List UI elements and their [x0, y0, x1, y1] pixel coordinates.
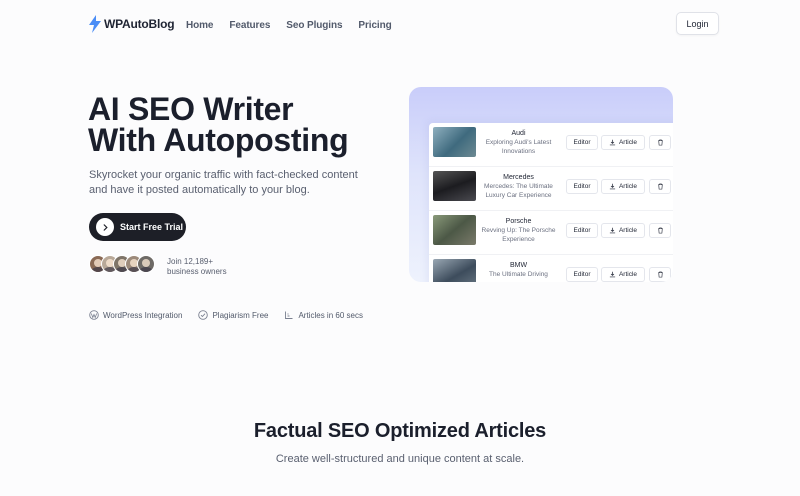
article-download-button[interactable]: Article	[601, 135, 645, 150]
trash-icon	[657, 139, 663, 146]
article-brand: Mercedes	[503, 174, 534, 181]
article-label: Article	[618, 183, 638, 190]
article-row: Mercedes Mercedes: The Ultimate Luxury C…	[429, 167, 673, 211]
brand-name: WPAutoBlog	[104, 17, 175, 31]
feature-label: WordPress Integration	[103, 310, 183, 320]
article-thumbnail	[433, 215, 476, 245]
article-row: BMW The Ultimate Driving Editor Article	[429, 255, 673, 282]
article-title: Mercedes: The Ultimate Luxury Car Experi…	[484, 183, 553, 199]
download-icon	[609, 183, 616, 190]
feature-label: Plagiarism Free	[212, 310, 269, 320]
delete-button[interactable]	[649, 179, 671, 194]
download-icon	[609, 271, 616, 278]
social-proof-label: business owners	[167, 267, 227, 276]
nav-pricing[interactable]: Pricing	[358, 20, 391, 31]
delete-button[interactable]	[649, 135, 671, 150]
article-download-button[interactable]: Article	[601, 223, 645, 238]
feature-list: WordPress Integration Plagiarism Free Ar…	[89, 310, 363, 320]
wordpress-icon	[89, 310, 99, 320]
article-label: Article	[618, 227, 638, 234]
hero-subtitle: Skyrocket your organic traffic with fact…	[89, 169, 358, 196]
section-title: Factual SEO Optimized Articles	[253, 420, 547, 442]
app-preview: Audi Exploring Audi's Latest Innovations…	[409, 87, 673, 282]
feature-plagiarism: Plagiarism Free	[198, 310, 268, 320]
article-download-button[interactable]: Article	[601, 179, 645, 194]
article-thumbnail	[433, 259, 476, 282]
hero-title: AI SEO Writer With Autoposting	[88, 91, 349, 158]
article-list-panel: Audi Exploring Audi's Latest Innovations…	[429, 123, 673, 282]
hero-title-line2: With Autoposting	[88, 122, 349, 158]
article-title: The Ultimate Driving	[489, 271, 548, 278]
social-proof: Join 12,189+ business owners	[167, 257, 237, 277]
feature-label: Articles in 60 secs	[298, 310, 363, 320]
article-thumbnail	[433, 127, 476, 157]
chevron-right-icon	[103, 223, 108, 231]
brand-logo[interactable]: WPAutoBlog	[89, 15, 175, 33]
hero-title-line1: AI SEO Writer	[88, 91, 294, 127]
main-nav: Home Features Seo Plugins Pricing	[186, 20, 392, 31]
download-icon	[609, 227, 616, 234]
lightning-bolt-icon	[89, 15, 101, 33]
social-proof-count: Join 12,189+	[167, 257, 214, 266]
section-subtitle: Create well-structured and unique conten…	[275, 453, 525, 465]
trash-icon	[657, 227, 663, 234]
article-label: Article	[618, 271, 638, 278]
trash-icon	[657, 183, 663, 190]
cta-label: Start Free Trial	[120, 222, 184, 232]
login-button[interactable]: Login	[676, 12, 719, 35]
nav-features[interactable]: Features	[229, 20, 270, 31]
feature-wordpress: WordPress Integration	[89, 310, 182, 320]
article-thumbnail	[433, 171, 476, 201]
editor-button[interactable]: Editor	[566, 267, 598, 282]
delete-button[interactable]	[649, 267, 671, 282]
delete-button[interactable]	[649, 223, 671, 238]
trash-icon	[657, 271, 663, 278]
article-brand: Porsche	[505, 218, 532, 225]
editor-button[interactable]: Editor	[566, 135, 598, 150]
article-text: BMW The Ultimate Driving	[481, 261, 556, 280]
article-text: Porsche Revving Up: The Porsche Experien…	[481, 217, 556, 244]
lines-icon	[285, 311, 293, 319]
article-row: Porsche Revving Up: The Porsche Experien…	[429, 211, 673, 255]
article-download-button[interactable]: Article	[601, 267, 645, 282]
article-title: Exploring Audi's Latest Innovations	[485, 139, 552, 155]
nav-seo-plugins[interactable]: Seo Plugins	[286, 20, 342, 31]
check-badge-icon	[198, 310, 209, 320]
editor-button[interactable]: Editor	[566, 223, 598, 238]
cta-arrow-circle	[96, 218, 114, 236]
editor-button[interactable]: Editor	[566, 179, 598, 194]
article-brand: BMW	[509, 262, 528, 269]
article-title: Revving Up: The Porsche Experience	[481, 227, 556, 243]
article-brand: Audi	[511, 130, 526, 137]
avatar-stack	[89, 255, 155, 273]
article-text: Audi Exploring Audi's Latest Innovations	[481, 129, 556, 156]
article-text: Mercedes Mercedes: The Ultimate Luxury C…	[481, 173, 556, 200]
article-row: Audi Exploring Audi's Latest Innovations…	[429, 123, 673, 167]
download-icon	[609, 139, 616, 146]
start-free-trial-button[interactable]: Start Free Trial	[89, 213, 186, 241]
feature-speed: Articles in 60 secs	[284, 310, 363, 320]
avatar	[137, 255, 155, 273]
nav-home[interactable]: Home	[186, 20, 213, 31]
article-label: Article	[618, 139, 638, 146]
